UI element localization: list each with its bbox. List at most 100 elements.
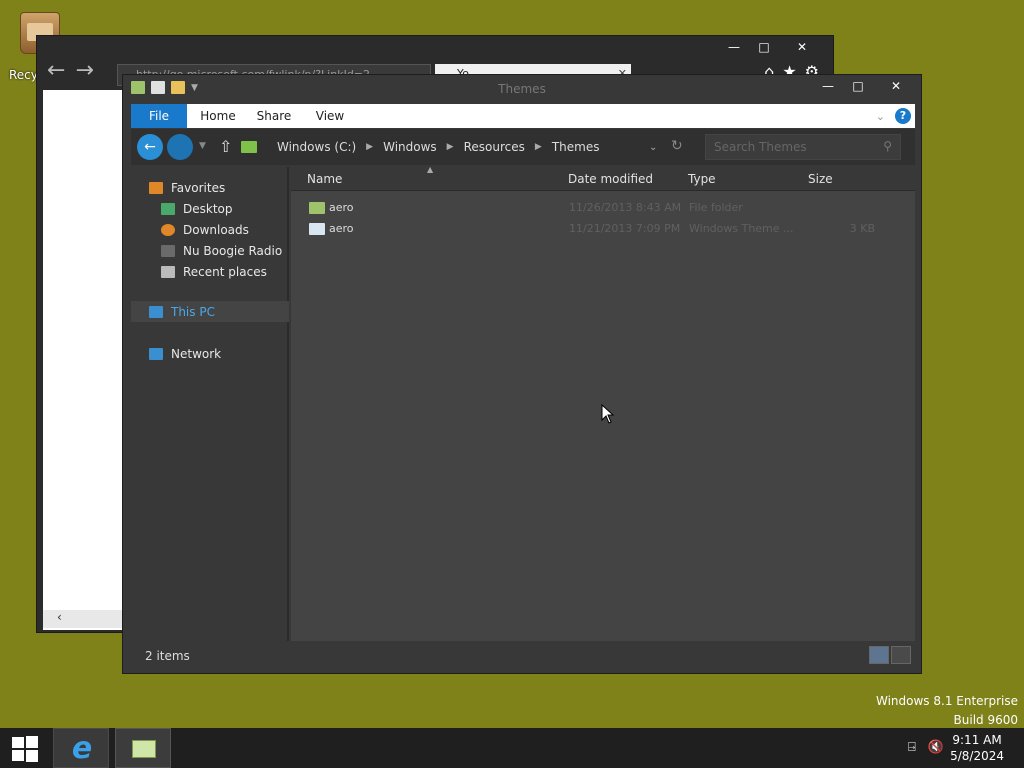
nav-network[interactable]: Network — [131, 343, 289, 364]
file-size: 3 KB — [849, 222, 875, 235]
maximize-icon[interactable]: □ — [843, 76, 873, 96]
taskbar-file-explorer[interactable] — [115, 728, 171, 768]
column-header-type[interactable]: Type — [688, 172, 716, 186]
breadcrumb-resources[interactable]: Resources — [464, 140, 525, 154]
back-button[interactable]: ← — [137, 134, 163, 160]
file-row[interactable]: aero 11/26/2013 8:43 AM File folder — [291, 197, 915, 218]
nav-label: This PC — [171, 304, 215, 319]
clock-date: 5/8/2024 — [950, 749, 1004, 763]
windows-logo-icon — [12, 737, 24, 748]
folder-icon — [241, 141, 257, 153]
breadcrumb-separator-icon[interactable]: ▶ — [366, 142, 373, 152]
breadcrumb-windows-c[interactable]: Windows (C:) — [277, 140, 356, 154]
breadcrumb-separator-icon[interactable]: ▶ — [447, 142, 454, 152]
forward-arrow-icon[interactable]: → — [75, 60, 93, 82]
start-button[interactable] — [12, 736, 38, 762]
nav-label: Network — [171, 346, 222, 361]
mouse-cursor-icon — [601, 404, 615, 424]
nav-recent-places[interactable]: Recent places — [131, 261, 289, 282]
file-date: 11/26/2013 8:43 AM — [569, 201, 682, 214]
nav-label: Recent places — [183, 264, 267, 279]
taskbar-internet-explorer[interactable]: e — [53, 728, 109, 768]
nav-favorites[interactable]: Favorites — [131, 177, 289, 198]
nav-this-pc[interactable]: This PC — [131, 301, 289, 322]
breadcrumb-themes[interactable]: Themes — [552, 140, 600, 154]
tab-view[interactable]: View — [305, 104, 355, 128]
file-explorer-window: ▼ Themes — □ ✕ File Home Share View ⌄ ? … — [122, 74, 922, 674]
nav-nu-boogie-radio[interactable]: Nu Boogie Radio — [131, 240, 289, 261]
nav-label: Favorites — [171, 180, 226, 195]
ie-page-content — [43, 90, 127, 630]
breadcrumb-windows[interactable]: Windows — [383, 140, 437, 154]
details-view-icon[interactable] — [869, 646, 889, 664]
nav-downloads[interactable]: Downloads — [131, 219, 289, 240]
help-icon[interactable]: ? — [895, 108, 911, 124]
file-type: File folder — [689, 201, 743, 214]
recent-locations-dropdown-icon[interactable]: ▼ — [199, 141, 206, 151]
column-headers: ▲ Name Date modified Type Size — [291, 165, 915, 191]
window-title: Themes — [498, 82, 546, 96]
nav-label: Desktop — [183, 201, 233, 216]
taskbar: e ⍈ 🔇 9:11 AM 5/8/2024 — [0, 728, 1024, 768]
file-type: Windows Theme ... — [689, 222, 794, 235]
view-toggle — [869, 646, 911, 664]
file-explorer-icon — [132, 740, 156, 758]
windows-logo-icon — [12, 750, 24, 761]
refresh-icon[interactable]: ↻ — [671, 138, 683, 154]
maximize-icon[interactable]: □ — [749, 38, 779, 56]
search-input[interactable]: Search Themes ⚲ — [705, 134, 901, 160]
nav-label: Nu Boogie Radio — [183, 243, 283, 258]
column-header-date-modified[interactable]: Date modified — [568, 172, 653, 186]
ribbon-tabs: File Home Share View ⌄ ? — [131, 104, 915, 128]
file-row[interactable]: aero 11/21/2013 7:09 PM Windows Theme ..… — [291, 218, 915, 239]
tab-home[interactable]: Home — [193, 104, 243, 128]
network-disconnected-icon[interactable]: ⍈ — [908, 740, 916, 755]
watermark-edition: Windows 8.1 Enterprise — [875, 694, 1018, 708]
breadcrumb-separator-icon[interactable]: ▶ — [535, 142, 542, 152]
windows-logo-icon — [26, 750, 38, 762]
clock[interactable]: 9:11 AM 5/8/2024 — [950, 732, 1004, 764]
nav-desktop[interactable]: Desktop — [131, 198, 289, 219]
desktop-icon — [161, 202, 175, 215]
address-breadcrumb[interactable]: Windows (C:) ▶ Windows ▶ Resources ▶ The… — [239, 134, 659, 160]
search-placeholder: Search Themes — [714, 140, 807, 154]
radio-link-icon — [161, 244, 175, 257]
windows-watermark: Windows 8.1 Enterprise Build 9600 — [876, 692, 1018, 730]
ribbon-right-controls: ⌄ ? — [876, 108, 911, 124]
volume-muted-icon[interactable]: 🔇 — [928, 740, 944, 755]
column-header-name[interactable]: Name — [307, 172, 342, 186]
close-icon[interactable]: ✕ — [873, 76, 919, 96]
minimize-icon[interactable]: — — [813, 76, 843, 96]
computer-icon — [149, 305, 163, 318]
file-date: 11/21/2013 7:09 PM — [569, 222, 681, 235]
theme-file-icon — [309, 223, 325, 235]
explorer-title-bar[interactable]: ▼ Themes — □ ✕ — [123, 75, 921, 103]
recycle-bin-label: Recy — [9, 68, 38, 82]
expand-ribbon-chevron-icon[interactable]: ⌄ — [876, 110, 885, 123]
tab-share[interactable]: Share — [249, 104, 299, 128]
ie-window-controls: — □ ✕ — [719, 38, 825, 56]
large-icons-view-icon[interactable] — [891, 646, 911, 664]
explorer-window-controls: — □ ✕ — [813, 76, 919, 96]
sort-ascending-icon: ▲ — [427, 165, 434, 174]
network-icon — [149, 347, 163, 360]
column-header-size[interactable]: Size — [808, 172, 833, 186]
forward-button[interactable] — [167, 134, 193, 160]
tab-file[interactable]: File — [131, 104, 187, 128]
ie-nav-buttons: ← → — [47, 60, 94, 82]
up-arrow-icon[interactable]: ⇧ — [219, 137, 232, 156]
address-dropdown-icon[interactable]: ⌄ — [649, 142, 657, 153]
search-icon: ⚲ — [883, 139, 892, 153]
windows-logo-icon — [26, 736, 38, 748]
file-name: aero — [329, 222, 354, 235]
ie-horizontal-scrollbar[interactable]: ‹ — [43, 610, 127, 628]
favorites-star-icon — [149, 181, 163, 194]
downloads-icon — [161, 223, 175, 236]
file-name: aero — [329, 201, 354, 214]
back-arrow-icon[interactable]: ← — [47, 60, 65, 82]
internet-explorer-icon: e — [71, 731, 93, 766]
minimize-icon[interactable]: — — [719, 38, 749, 56]
close-icon[interactable]: ✕ — [779, 38, 825, 56]
clock-time: 9:11 AM — [952, 733, 1002, 747]
status-bar: 2 items — [131, 643, 915, 669]
